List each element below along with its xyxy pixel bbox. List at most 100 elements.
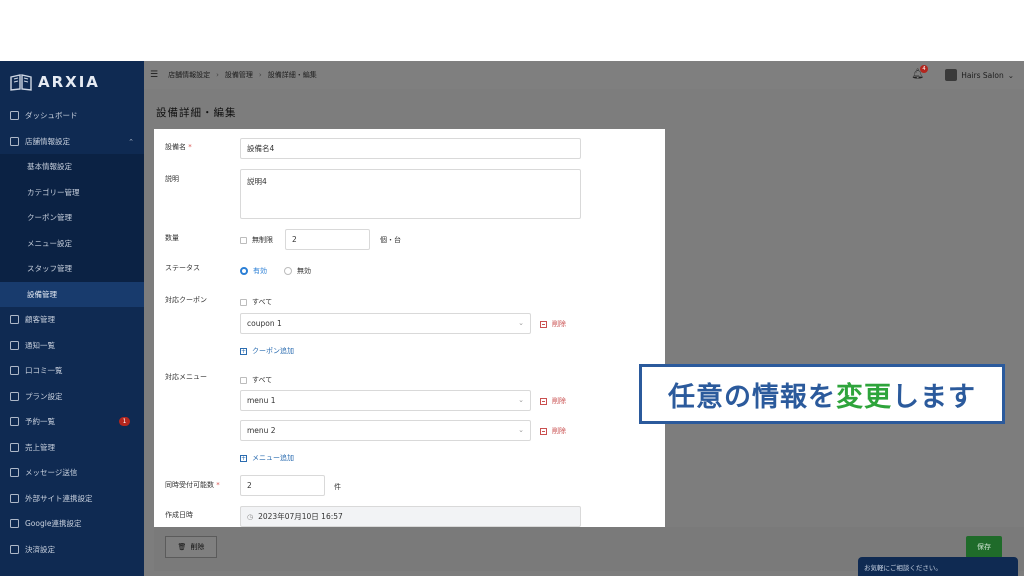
store-icon xyxy=(10,136,19,146)
sidebar-item-label: 売上管理 xyxy=(25,442,55,452)
sidebar-item-label: Google連携設定 xyxy=(25,519,82,529)
notice-icon xyxy=(10,340,19,350)
sidebar-item-external-sites[interactable]: 外部サイト連携設定 xyxy=(0,486,144,512)
minus-square-icon xyxy=(540,320,547,328)
unlimited-checkbox[interactable]: 無制限 xyxy=(240,235,273,245)
created-label: 作成日時 xyxy=(165,511,193,519)
checkbox-box xyxy=(240,236,247,244)
sidebar-item-label: 設備管理 xyxy=(27,289,57,299)
coupon-select[interactable]: coupon 1 ⌄ xyxy=(240,313,531,334)
description-label: 説明 xyxy=(165,175,179,183)
sidebar-item-label: ダッシュボード xyxy=(25,111,78,121)
concurrent-input[interactable]: 2 xyxy=(240,475,325,496)
sidebar-item-label: スタッフ管理 xyxy=(27,264,72,274)
sidebar-submenu: 基本情報設定 カテゴリー管理 クーポン管理 メニュー設定 スタッフ管理 設備管理 xyxy=(0,154,144,307)
sidebar-subitem-coupon[interactable]: クーポン管理 xyxy=(0,205,144,231)
status-label: ステータス xyxy=(165,264,200,272)
menu-delete-button[interactable]: 削除 xyxy=(540,396,566,406)
equipment-form: 設備名 * 設備名4 説明 説明4 数量 無制限 2 個・台 ステータス 有効 … xyxy=(154,129,665,527)
chevron-down-icon: ⌄ xyxy=(518,396,524,404)
trash-icon: 🗑︎ xyxy=(177,543,187,551)
plus-square-icon: + xyxy=(240,454,247,462)
minus-square-icon xyxy=(540,397,547,405)
name-label-text: 設備名 xyxy=(165,143,186,151)
status-inactive-radio[interactable]: 無効 xyxy=(284,266,311,276)
book-logo-icon xyxy=(10,74,32,91)
add-coupon-button[interactable]: + クーポン追加 xyxy=(240,346,294,356)
sidebar-item-plan[interactable]: プラン設定 xyxy=(0,384,144,410)
sidebar-subitem-staff[interactable]: スタッフ管理 xyxy=(0,256,144,282)
all-label: すべて xyxy=(252,376,273,384)
add-menu-label: メニュー追加 xyxy=(252,454,294,462)
location-icon xyxy=(10,519,19,529)
menu-label: 対応メニュー xyxy=(165,373,207,381)
add-menu-button[interactable]: + メニュー追加 xyxy=(240,453,294,463)
breadcrumb-item[interactable]: 設備管理 xyxy=(225,70,253,80)
sidebar-item-label: プラン設定 xyxy=(25,391,63,401)
app-window: ARXIA ダッシュボード 店舗情報設定 ⌃ 基本情報設定 カテゴリー管理 クー… xyxy=(0,61,1024,576)
sidebar-item-store-settings[interactable]: 店舗情報設定 ⌃ xyxy=(0,128,144,154)
user-menu[interactable]: Hairs Salon ⌄ xyxy=(945,69,1014,81)
reservation-icon xyxy=(10,417,19,427)
brand-name: ARXIA xyxy=(38,73,100,91)
breadcrumb-item-current: 設備詳細・編集 xyxy=(267,71,317,79)
sidebar-item-sales[interactable]: 売上管理 xyxy=(0,435,144,461)
menu-all-checkbox[interactable]: すべて xyxy=(240,375,272,385)
sidebar-item-customers[interactable]: 顧客管理 xyxy=(0,307,144,333)
delete-button[interactable]: 🗑︎ 削除 xyxy=(165,536,217,558)
menu-select[interactable]: menu 1 ⌄ xyxy=(240,390,531,411)
save-button[interactable]: 保存 xyxy=(966,536,1002,558)
add-coupon-label: クーポン追加 xyxy=(252,347,294,355)
sidebar-item-label: 口コミ一覧 xyxy=(25,366,63,376)
sidebar-item-label: クーポン管理 xyxy=(27,213,72,223)
sidebar-item-messages[interactable]: メッセージ送信 xyxy=(0,460,144,486)
sidebar-subitem-equipment[interactable]: 設備管理 xyxy=(0,281,144,307)
callout-text-after: します xyxy=(892,381,976,413)
menu-select-value: menu 1 xyxy=(247,396,276,405)
sidebar-item-payment[interactable]: 決済設定 xyxy=(0,537,144,563)
sidebar-item-label: カテゴリー管理 xyxy=(27,187,80,197)
coupon-select-value: coupon 1 xyxy=(247,319,282,328)
menu-delete-button[interactable]: 削除 xyxy=(540,426,566,436)
sidebar: ARXIA ダッシュボード 店舗情報設定 ⌃ 基本情報設定 カテゴリー管理 クー… xyxy=(0,61,144,576)
sidebar-item-label: 店舗情報設定 xyxy=(25,136,70,146)
menu-select[interactable]: menu 2 ⌄ xyxy=(240,420,531,441)
chevron-down-icon: ⌄ xyxy=(518,426,524,434)
description-textarea[interactable]: 説明4 xyxy=(240,169,581,219)
name-label: 設備名 * xyxy=(165,142,192,152)
chevron-down-icon: ⌄ xyxy=(518,319,524,327)
plan-icon xyxy=(10,391,19,401)
name-input[interactable]: 設備名4 xyxy=(240,138,581,159)
brand-logo[interactable]: ARXIA xyxy=(0,61,144,103)
status-active-label: 有効 xyxy=(253,267,267,275)
coupon-all-checkbox[interactable]: すべて xyxy=(240,297,272,307)
coupon-delete-button[interactable]: 削除 xyxy=(540,319,566,329)
minus-square-icon xyxy=(540,427,547,435)
sidebar-subitem-menu[interactable]: メニュー設定 xyxy=(0,231,144,257)
chat-support-tab[interactable]: お気軽にご相談ください。 xyxy=(858,557,1018,576)
checkbox-box xyxy=(240,376,247,384)
breadcrumb-item[interactable]: 店舗情報設定 xyxy=(168,70,210,80)
avatar xyxy=(945,69,958,81)
menu-select-value: menu 2 xyxy=(247,426,276,435)
breadcrumb: ☰ 店舗情報設定 › 設備管理 › 設備詳細・編集 xyxy=(150,70,317,80)
page-title: 設備詳細・編集 xyxy=(156,107,237,119)
sidebar-subitem-category[interactable]: カテゴリー管理 xyxy=(0,180,144,206)
annotation-callout: 任意の情報を 変更 します xyxy=(639,364,1005,424)
status-active-radio[interactable]: 有効 xyxy=(240,266,267,276)
sidebar-item-dashboard[interactable]: ダッシュボード xyxy=(0,103,144,129)
sidebar-item-google[interactable]: Google連携設定 xyxy=(0,511,144,537)
sidebar-item-notifications[interactable]: 通知一覧 xyxy=(0,333,144,359)
clock-icon: ◷ xyxy=(247,512,254,521)
menu-toggle-icon[interactable]: ☰ xyxy=(150,70,158,80)
sidebar-item-reviews[interactable]: 口コミ一覧 xyxy=(0,358,144,384)
quantity-input[interactable]: 2 xyxy=(285,229,370,250)
sidebar-item-label: 顧客管理 xyxy=(25,315,55,325)
message-icon xyxy=(10,468,19,478)
delete-label: 削除 xyxy=(552,427,566,435)
sidebar-item-reservations[interactable]: 予約一覧 1 xyxy=(0,409,144,435)
sidebar-subitem-basic-info[interactable]: 基本情報設定 xyxy=(0,154,144,180)
breadcrumb-separator: › xyxy=(258,71,262,79)
link-icon xyxy=(10,493,19,503)
required-mark: * xyxy=(188,143,192,151)
